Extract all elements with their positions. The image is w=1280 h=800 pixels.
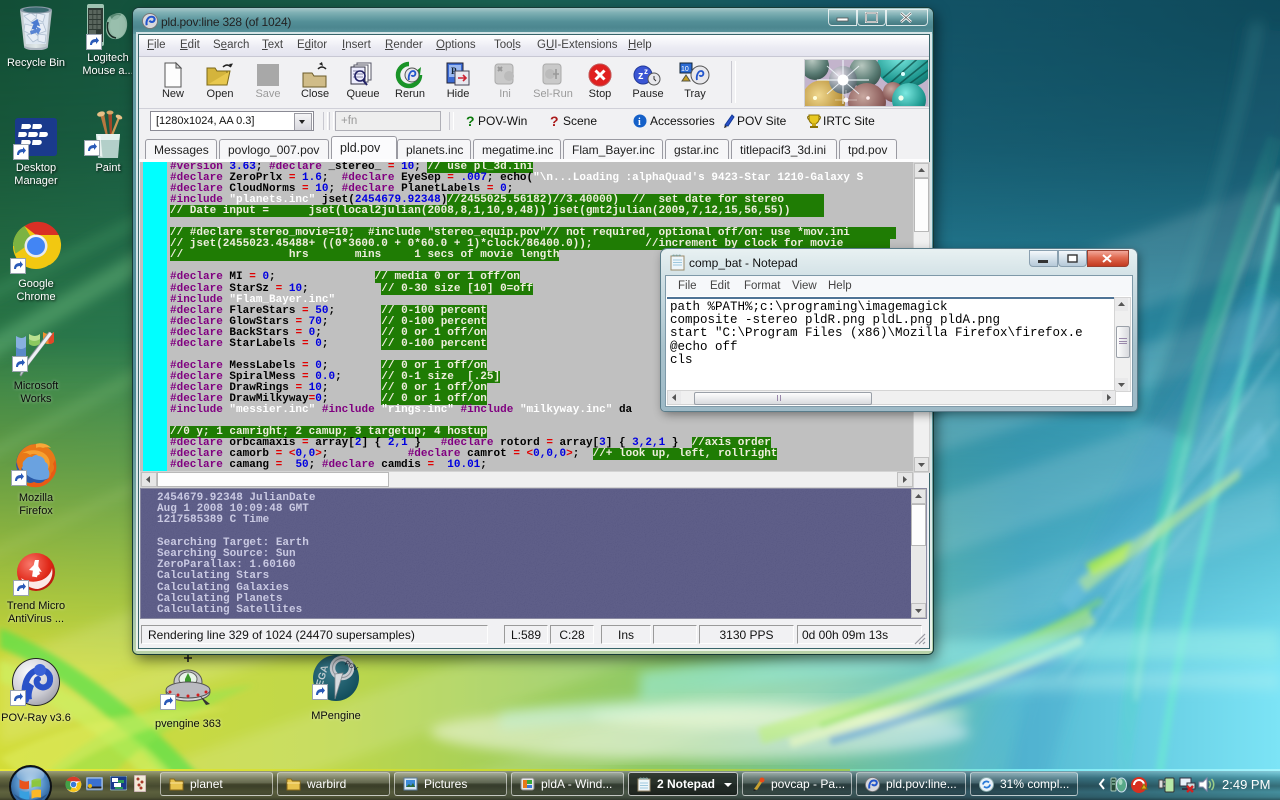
svg-text:i: i	[638, 117, 641, 128]
svg-text:10: 10	[681, 66, 689, 73]
svg-text:z: z	[644, 67, 648, 76]
